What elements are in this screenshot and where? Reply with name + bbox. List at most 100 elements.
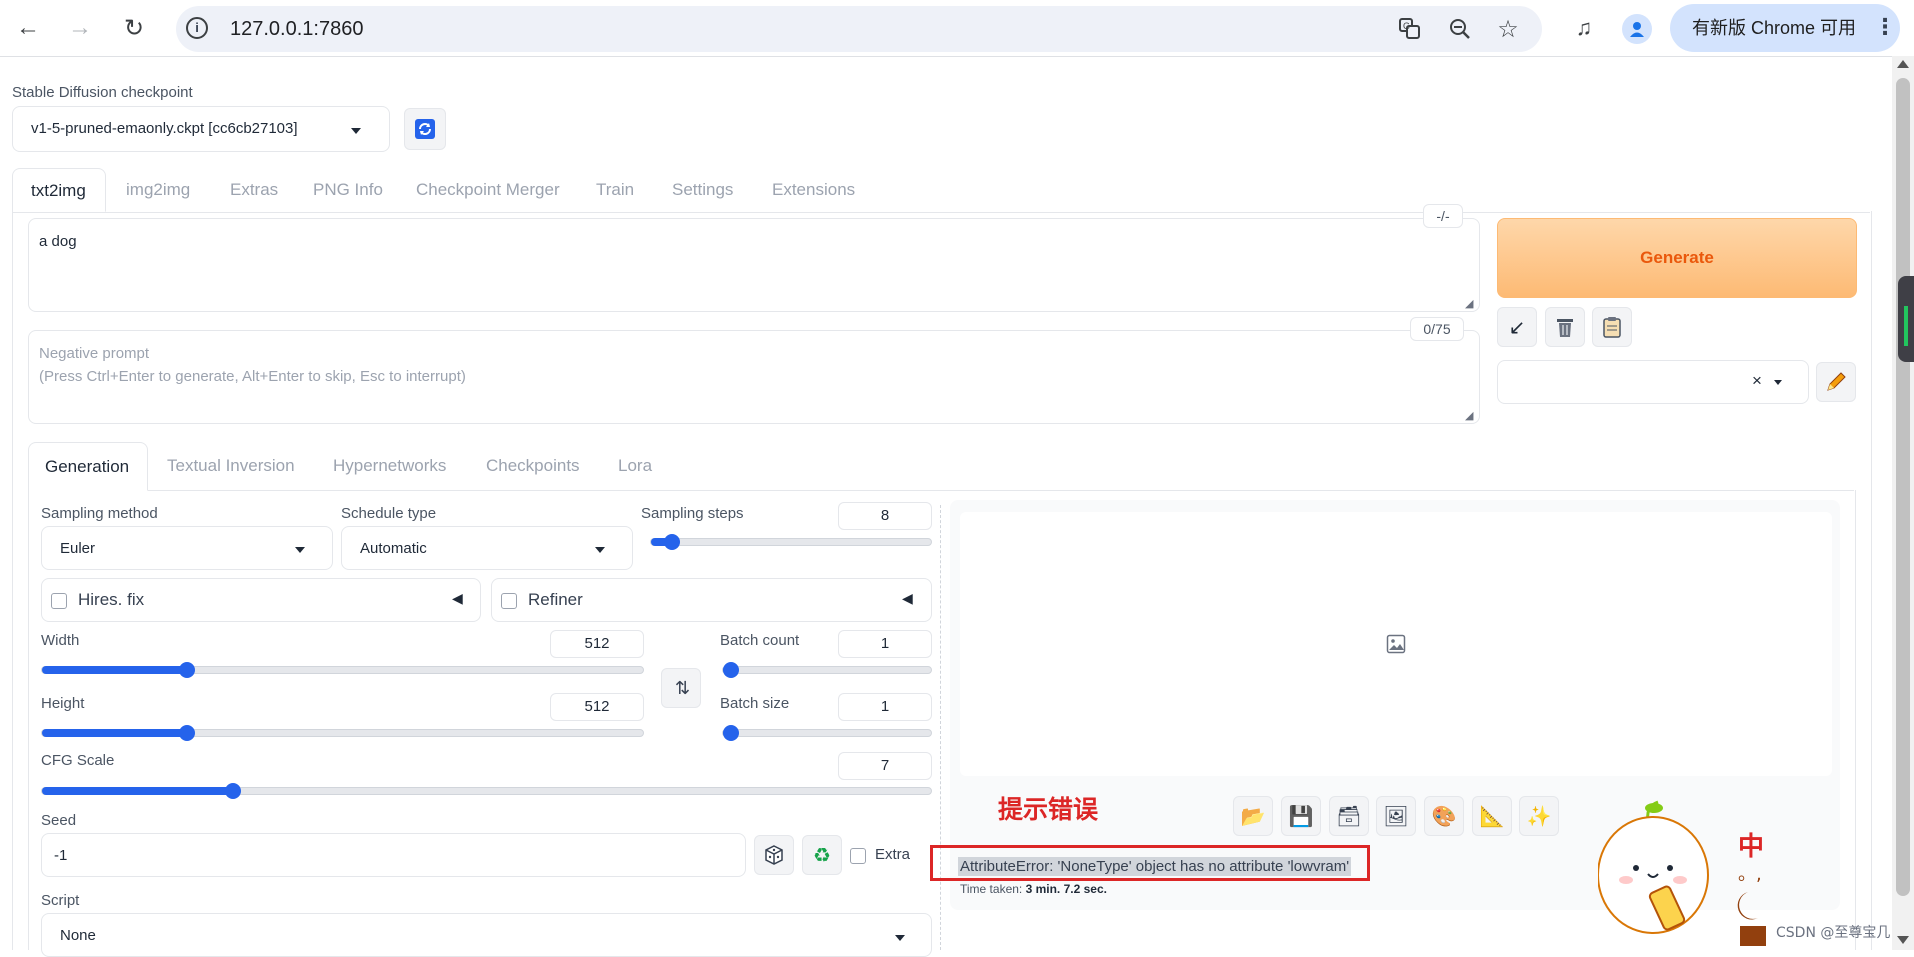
zip-button[interactable]: 🗃	[1329, 796, 1369, 836]
chrome-update-button[interactable]: 有新版 Chrome 可用 ⋮	[1670, 4, 1900, 52]
chrome-update-label: 有新版 Chrome 可用	[1692, 18, 1857, 38]
tab-checkpoint-merger[interactable]: Checkpoint Merger	[416, 168, 560, 212]
collapse-arrow-icon[interactable]: ◀	[902, 590, 913, 607]
main-tabs: txt2img img2img Extras PNG Info Checkpoi…	[12, 168, 1870, 213]
height-slider[interactable]	[41, 725, 644, 741]
scroll-down-icon[interactable]	[1897, 936, 1909, 944]
width-label: Width	[41, 632, 80, 649]
resize-handle-icon[interactable]: ◢	[1465, 409, 1473, 422]
archive-icon: 🗃	[1336, 805, 1362, 828]
sub-tabs: Generation Textual Inversion Hypernetwor…	[28, 442, 1854, 491]
scrollbar-thumb[interactable]	[1896, 78, 1910, 896]
hires-fix-accordion[interactable]: Hires. fix ◀	[41, 578, 481, 622]
batch-count-input[interactable]: 1	[838, 630, 932, 658]
tab-png-info[interactable]: PNG Info	[313, 168, 383, 212]
schedule-type-value: Automatic	[360, 540, 427, 557]
upscale-button[interactable]: ✨	[1519, 796, 1559, 836]
tab-textual-inversion[interactable]: Textual Inversion	[167, 442, 295, 490]
schedule-type-dropdown[interactable]: Automatic	[341, 526, 633, 570]
hires-fix-checkbox[interactable]	[51, 593, 67, 609]
tab-settings[interactable]: Settings	[672, 168, 733, 212]
page-scrollbar[interactable]	[1892, 56, 1914, 950]
slider-thumb[interactable]	[723, 662, 739, 678]
seed-input[interactable]: -1	[41, 833, 746, 877]
slider-thumb[interactable]	[225, 783, 241, 799]
clear-icon[interactable]: ×	[1752, 371, 1762, 391]
paste-params-button[interactable]	[1592, 307, 1632, 347]
clear-prompt-button[interactable]	[1545, 307, 1585, 347]
tab-generation[interactable]: Generation	[28, 442, 148, 491]
sampling-method-dropdown[interactable]: Euler	[41, 526, 333, 570]
batch-size-slider[interactable]	[722, 725, 932, 741]
batch-size-input[interactable]: 1	[838, 693, 932, 721]
address-bar[interactable]: i 127.0.0.1:7860 G ☆	[176, 6, 1542, 52]
translate-icon[interactable]: G	[1396, 15, 1424, 43]
collapse-arrow-icon[interactable]: ◀	[452, 590, 463, 607]
cfg-scale-slider[interactable]	[41, 783, 932, 799]
script-label: Script	[41, 892, 80, 909]
tab-txt2img[interactable]: txt2img	[12, 168, 106, 212]
random-seed-button[interactable]	[754, 835, 794, 875]
resize-handle-icon[interactable]: ◢	[1465, 297, 1473, 310]
styles-dropdown[interactable]: ×	[1497, 360, 1809, 404]
profile-avatar-icon[interactable]	[1622, 14, 1652, 44]
tab-checkpoints[interactable]: Checkpoints	[486, 442, 580, 490]
more-menu-icon[interactable]: ⋮	[1874, 4, 1896, 50]
forward-icon[interactable]: →	[60, 8, 100, 48]
folder-icon: 📂	[1240, 805, 1266, 828]
script-dropdown[interactable]: None	[41, 913, 932, 957]
prompt-textarea[interactable]: a dog ◢	[28, 218, 1480, 312]
slider-thumb[interactable]	[179, 725, 195, 741]
batch-count-slider[interactable]	[722, 662, 932, 678]
edit-styles-button[interactable]	[1816, 362, 1856, 402]
slider-thumb[interactable]	[179, 662, 195, 678]
swap-dimensions-button[interactable]: ⇅	[661, 668, 701, 708]
tab-extras[interactable]: Extras	[230, 168, 278, 212]
chevron-down-icon	[295, 547, 305, 553]
scroll-up-icon[interactable]	[1897, 60, 1909, 68]
chevron-down-icon	[351, 128, 361, 134]
reuse-seed-button[interactable]: ♻	[802, 835, 842, 875]
tab-lora[interactable]: Lora	[618, 442, 652, 490]
cfg-scale-input[interactable]: 7	[838, 752, 932, 780]
width-slider[interactable]	[41, 662, 644, 678]
refiner-accordion[interactable]: Refiner ◀	[491, 578, 932, 622]
checkpoint-dropdown[interactable]: v1-5-pruned-emaonly.ckpt [cc6cb27103]	[12, 106, 390, 152]
seed-value: -1	[54, 847, 68, 864]
send-to-inpaint-button[interactable]: 🎨	[1424, 796, 1464, 836]
negative-prompt-placeholder-1: Negative prompt	[39, 345, 150, 362]
back-icon[interactable]: ←	[8, 8, 48, 48]
save-button[interactable]: 💾	[1281, 796, 1321, 836]
tab-generation-label: Generation	[45, 457, 130, 476]
send-to-img2img-button[interactable]: 🖼	[1376, 796, 1416, 836]
side-widget[interactable]	[1898, 276, 1914, 362]
read-params-button[interactable]: ↙	[1497, 307, 1537, 347]
url-text[interactable]: 127.0.0.1:7860	[230, 6, 363, 52]
height-input[interactable]: 512	[550, 693, 644, 721]
negative-prompt-textarea[interactable]: Negative prompt (Press Ctrl+Enter to gen…	[28, 330, 1480, 424]
extra-seed-checkbox[interactable]	[850, 848, 866, 864]
slider-thumb[interactable]	[664, 534, 680, 550]
tab-train[interactable]: Train	[596, 168, 634, 212]
sampling-steps-slider[interactable]	[650, 534, 932, 550]
watermark-text: CSDN @至尊宝几	[1776, 925, 1891, 941]
site-info-icon[interactable]: i	[186, 17, 208, 39]
generate-button[interactable]: Generate	[1497, 218, 1857, 298]
refresh-checkpoint-button[interactable]	[404, 108, 446, 150]
bookmark-star-icon[interactable]: ☆	[1494, 15, 1522, 43]
checkpoint-label: Stable Diffusion checkpoint	[12, 84, 193, 101]
slider-thumb[interactable]	[723, 725, 739, 741]
refiner-checkbox[interactable]	[501, 593, 517, 609]
media-control-icon[interactable]: ♫	[1564, 8, 1604, 48]
send-to-extras-button[interactable]: 📐	[1472, 796, 1512, 836]
tab-extensions[interactable]: Extensions	[772, 168, 855, 212]
batch-size-label: Batch size	[720, 695, 790, 712]
zoom-icon[interactable]	[1446, 15, 1474, 43]
tab-hypernetworks[interactable]: Hypernetworks	[333, 442, 446, 490]
sampling-steps-input[interactable]: 8	[838, 502, 932, 530]
width-input[interactable]: 512	[550, 630, 644, 658]
open-folder-button[interactable]: 📂	[1233, 796, 1273, 836]
tab-img2img[interactable]: img2img	[126, 168, 190, 212]
annotation-label: 提示错误	[998, 795, 1099, 824]
reload-icon[interactable]: ↻	[114, 8, 154, 48]
